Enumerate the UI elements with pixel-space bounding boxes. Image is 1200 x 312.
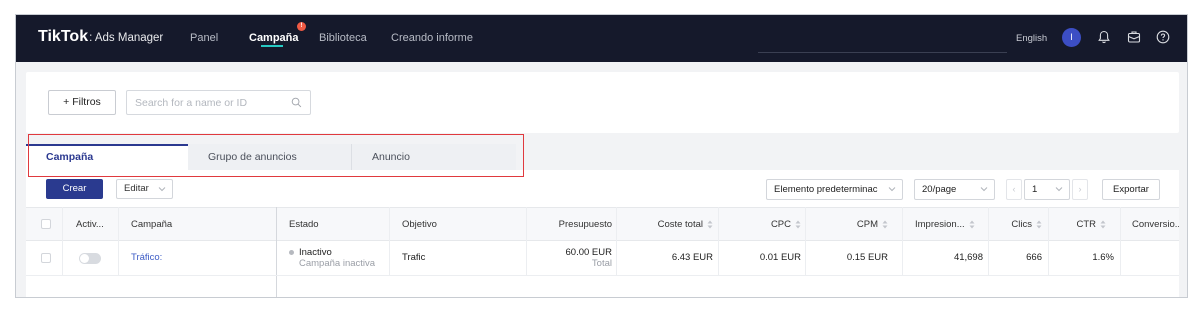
chevron-down-icon [980, 187, 988, 192]
row-checkbox[interactable] [41, 253, 51, 263]
search-input[interactable] [135, 95, 285, 111]
search-field[interactable] [126, 90, 311, 115]
logo-sub: : Ads Manager [89, 32, 164, 44]
column-header-conversions[interactable]: Conversio... [1132, 208, 1179, 241]
column-preset-select[interactable]: Elemento predeterminac [766, 179, 903, 200]
column-header-budget[interactable]: Presupuesto [531, 208, 612, 241]
status-dot [289, 249, 294, 255]
impressions-label: Impresion... [915, 219, 965, 230]
notification-badge: ! [297, 22, 306, 31]
chevron-down-icon [1055, 187, 1063, 192]
table-header: Activ... Campaña Estado Objetivo Presupu… [26, 207, 1179, 241]
bell-icon[interactable] [1096, 29, 1112, 45]
sort-icon [795, 220, 801, 229]
create-button[interactable]: Crear [46, 179, 103, 199]
status-text: Inactivo [299, 247, 332, 258]
budget-type: Total [591, 258, 612, 269]
clicks-label: Clics [1011, 219, 1032, 230]
nav-item-campaign[interactable]: Campaña [249, 32, 299, 44]
page-number-select[interactable]: 1 [1024, 179, 1070, 200]
tab-ad[interactable]: Anuncio [352, 144, 516, 170]
column-header-clicks[interactable]: Clics [986, 208, 1042, 241]
column-header-cpc[interactable]: CPC [726, 208, 801, 241]
column-header-campaign[interactable]: Campaña [131, 208, 231, 241]
column-preset-value: Elemento predeterminac [774, 184, 878, 195]
total-cost-cell: 6.43 EUR [671, 252, 713, 263]
chevron-down-icon [158, 187, 166, 192]
cpm-label: CPM [856, 219, 878, 230]
column-header-objective[interactable]: Objetivo [402, 208, 502, 241]
campaign-table-panel: Crear Editar Elemento predeterminac 20/p… [26, 170, 1179, 297]
active-nav-underline [261, 45, 283, 47]
status-cell: Inactivo Campaña inactiva [289, 247, 375, 281]
prev-page-button[interactable]: ‹ [1006, 179, 1022, 200]
tab-campaign[interactable]: Campaña [26, 144, 188, 170]
column-header-impressions[interactable]: Impresion... [915, 208, 995, 241]
clicks-cell: 666 [1026, 252, 1042, 263]
avatar[interactable]: I [1062, 28, 1081, 47]
page-size-select[interactable]: 20/page [914, 179, 995, 200]
language-selector[interactable]: English [1016, 33, 1047, 44]
sort-icon [969, 220, 975, 229]
nav-item-library[interactable]: Biblioteca [319, 32, 367, 44]
search-icon [291, 97, 302, 108]
column-header-cpm[interactable]: CPM [816, 208, 888, 241]
total-cost-label: Coste total [657, 219, 703, 230]
sort-icon [1036, 220, 1042, 229]
cpc-label: CPC [770, 219, 791, 230]
nav-item-panel[interactable]: Panel [190, 32, 218, 44]
column-header-total-cost[interactable]: Coste total [626, 208, 713, 241]
app-window: TikTok: Ads Manager Panel Campaña ! Bibl… [15, 14, 1188, 298]
briefcase-icon[interactable] [1126, 29, 1142, 45]
column-header-ctr[interactable]: CTR [1056, 208, 1106, 241]
column-header-status[interactable]: Estado [289, 208, 379, 241]
cpm-cell: 0.15 EUR [846, 252, 888, 263]
page-size-value: 20/page [922, 184, 957, 195]
sort-icon [707, 220, 713, 229]
page-number-value: 1 [1032, 184, 1038, 195]
chevron-down-icon [888, 187, 896, 192]
top-navigation-bar: TikTok: Ads Manager Panel Campaña ! Bibl… [16, 15, 1187, 62]
edit-label: Editar [124, 183, 149, 194]
sort-icon [882, 220, 888, 229]
nav-search-area[interactable] [758, 27, 1007, 53]
status-subtext: Campaña inactiva [299, 258, 376, 269]
tiktok-ads-logo[interactable]: TikTok: Ads Manager [38, 28, 163, 46]
edit-dropdown[interactable]: Editar [116, 179, 173, 199]
budget-cell: 60.00 EUR Total [531, 247, 612, 281]
campaign-active-toggle[interactable] [79, 253, 101, 264]
help-icon[interactable] [1155, 29, 1171, 45]
table-row[interactable]: Tráfico: Inactivo Campaña inactiva Trafi… [26, 241, 1179, 276]
select-all-checkbox[interactable] [41, 219, 51, 229]
filter-panel: + Filtros [26, 72, 1179, 133]
ctr-label: CTR [1076, 219, 1096, 230]
sort-icon [1100, 220, 1106, 229]
ctr-cell: 1.6% [1092, 252, 1114, 263]
export-button[interactable]: Exportar [1102, 179, 1160, 200]
cpc-cell: 0.01 EUR [759, 252, 801, 263]
impressions-cell: 41,698 [953, 252, 983, 263]
objective-cell: Trafic [402, 252, 426, 263]
filters-button[interactable]: + Filtros [48, 90, 116, 115]
next-page-button[interactable]: › [1072, 179, 1088, 200]
logo-main: TikTok [38, 28, 89, 45]
toggle-knob [80, 254, 89, 263]
nav-item-create-report[interactable]: Creando informe [391, 32, 473, 44]
tab-ad-group[interactable]: Grupo de anuncios [188, 144, 351, 170]
entity-tabs: Campaña Grupo de anuncios Anuncio [26, 144, 516, 170]
budget-value: 60.00 EUR [565, 247, 612, 258]
campaign-name-link[interactable]: Tráfico: [131, 241, 162, 275]
